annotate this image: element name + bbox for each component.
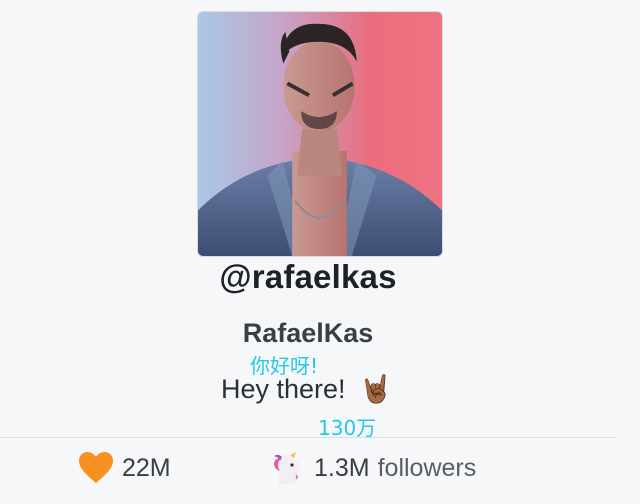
bio: Hey there! 🤘🏾 (221, 373, 393, 405)
followers-label: followers (377, 453, 477, 482)
rock-hand-icon: 🤘🏾 (359, 374, 393, 405)
bio-text: Hey there! (221, 374, 346, 404)
followers-stat[interactable]: 1.3M followers (270, 448, 476, 488)
followers-count: 1.3M (314, 453, 370, 482)
avatar (197, 11, 443, 257)
unicorn-icon (274, 452, 300, 484)
divider (0, 437, 616, 438)
likes-stat[interactable]: 22M (78, 448, 171, 488)
likes-count: 22M (122, 453, 171, 482)
display-name: RafaelKas (242, 318, 374, 348)
orange-heart-icon (79, 452, 113, 483)
profile-handle: @rafaelkas (219, 258, 397, 295)
